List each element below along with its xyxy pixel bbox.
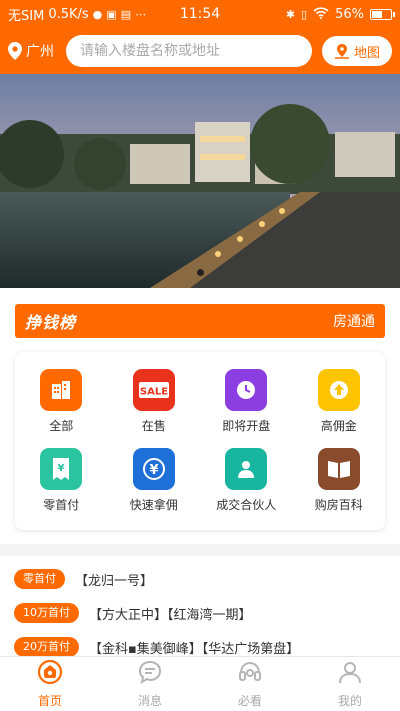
category-grid: 全部 SALE 在售 即将开盘 高佣金 ¥ 零首付 ¥ 快速拿佣 成交合伙人 购房百科 [15,352,385,530]
carrier-text: 无SIM [8,8,45,24]
yuan-coin-icon: ¥ [132,448,175,490]
tab-label: 必看 [237,694,262,708]
category-label: 零首付 [43,498,80,512]
category-item[interactable]: 高佣金 [293,362,386,441]
banner-carousel[interactable] [0,74,400,288]
status-bar: 无SIM 0.5K/s ● ▣ ▤ ⋯ 11:54 ✱ ▯ 56% [0,0,400,28]
wifi-icon [313,7,329,21]
tab-label: 我的 [337,694,362,708]
bottom-tab-bar: 首页 消息 必看 我的 [0,656,400,711]
must-see-icon [237,659,263,689]
buildings-icon [40,369,83,411]
ranking-marquee: 房通通 [333,314,375,330]
list-item[interactable]: 10万首付 【方大正中】【红海湾一期】 [14,602,386,624]
earnings-ranking-bar[interactable]: 挣钱榜 房通通 [15,304,385,338]
location-pin-icon [8,42,22,60]
down-payment-tag: 20万首付 [14,637,79,656]
partner-icon [225,448,268,490]
carousel-dot[interactable] [196,269,204,276]
battery-text: 56% [335,6,364,22]
banner-image [0,74,400,288]
category-item[interactable]: SALE 在售 [108,362,201,441]
category-label: 快速拿佣 [129,498,178,512]
category-item[interactable]: 购房百科 [293,441,386,520]
category-label: 在售 [141,419,166,433]
city-selector[interactable]: 广州 [8,41,66,61]
map-label: 地图 [353,45,380,61]
project-names[interactable]: 【方大正中】【红海湾一期】 [89,604,252,623]
notification-icon: ● [92,7,103,21]
svg-text:¥: ¥ [58,463,65,474]
category-label: 购房百科 [314,498,363,512]
city-label: 广州 [26,44,54,60]
battery-icon [370,8,395,20]
map-pin-icon [334,44,349,59]
receipt-yuan-icon: ¥ [40,448,83,490]
message-icon [137,659,163,689]
category-item[interactable]: ¥ 快速拿佣 [108,441,201,520]
more-icon: ⋯ [135,7,147,21]
ranking-title: 挣钱榜 [25,313,77,332]
book-icon [317,448,360,490]
tab-home[interactable]: 首页 [0,657,100,711]
vibrate-icon: ▯ [301,7,308,21]
project-names[interactable]: 【龙归一号】 [75,570,153,589]
bluetooth-icon: ✱ [285,7,296,21]
category-label: 全部 [49,419,74,433]
map-button[interactable]: 地图 [322,36,392,66]
arrow-up-coin-icon [317,369,360,411]
profile-icon [337,659,363,689]
main-panel: 挣钱榜 房通通 全部 SALE 在售 即将开盘 高佣金 ¥ 零首付 ¥ 快速拿佣 成交合伙人 购房百… [0,288,400,544]
tab-profile[interactable]: 我的 [300,657,400,711]
category-label: 成交合伙人 [216,498,277,512]
search-input[interactable] [80,43,298,59]
tab-message[interactable]: 消息 [100,657,200,711]
list-item[interactable]: 零首付 【龙归一号】 [14,568,386,590]
down-payment-tag: 零首付 [14,569,65,589]
app-notify-icon: ▣ [106,7,117,21]
svg-text:¥: ¥ [149,463,158,478]
category-item[interactable]: 全部 [15,362,108,441]
clock-icon [225,369,268,411]
sale-icon: SALE [132,369,175,411]
tab-label: 首页 [37,694,62,708]
top-header: 广州 地图 [0,28,400,74]
category-item[interactable]: 即将开盘 [200,362,293,441]
list-item[interactable]: 20万首付 【金科▪集美御峰】【华达广场第盘】 [14,636,386,656]
tab-must-see[interactable]: 必看 [200,657,300,711]
category-item[interactable]: 成交合伙人 [200,441,293,520]
image-notify-icon: ▤ [120,7,132,21]
network-speed: 0.5K/s [48,6,89,22]
down-payment-list: 零首付 【龙归一号】 10万首付 【方大正中】【红海湾一期】 20万首付 【金科▪集美御峰… [0,556,400,656]
home-icon [37,659,63,689]
category-label: 即将开盘 [222,419,271,433]
down-payment-tag: 10万首付 [14,603,79,623]
svg-text:SALE: SALE [140,387,168,398]
project-names[interactable]: 【金科▪集美御峰】【华达广场第盘】 [89,638,299,657]
category-label: 高佣金 [320,419,357,433]
search-box[interactable] [66,35,312,67]
category-item[interactable]: ¥ 零首付 [15,441,108,520]
carousel-indicator [0,269,400,276]
tab-label: 消息 [137,694,162,708]
